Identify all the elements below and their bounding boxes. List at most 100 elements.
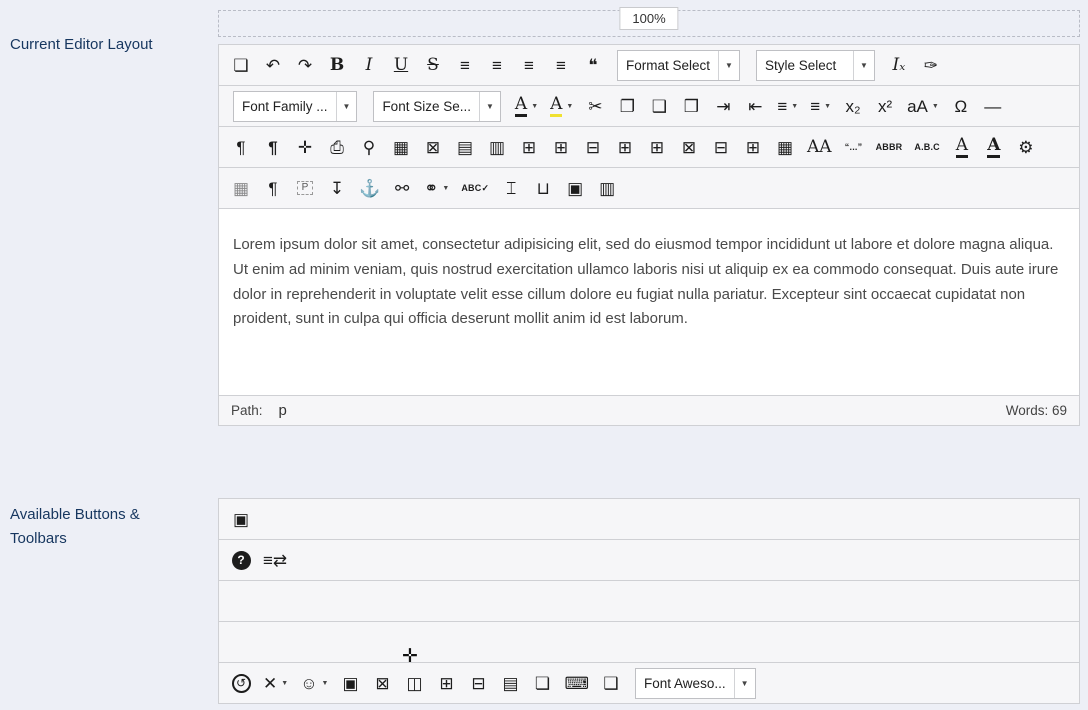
toolbar-row-4[interactable]: ▦ ¶ P ↧ ⚓ ⚯ ⚭ ▼ ABC✓ ⌶ ⊔ ▣ ▥ [219, 168, 1079, 209]
paste-as-text-button[interactable]: ❒ [680, 92, 702, 120]
cleanup-button[interactable]: ✑ [920, 51, 942, 79]
font-scale-button[interactable]: AA [806, 133, 833, 161]
article-break-button[interactable]: ▤ [499, 669, 521, 697]
image-manager-button[interactable]: ▣ [339, 669, 361, 697]
undo-button[interactable]: ↶ [262, 51, 284, 79]
history-button[interactable]: ↺ [230, 669, 252, 697]
available-row-1[interactable]: ▣ [219, 499, 1079, 540]
superscript-button[interactable]: x² [874, 92, 896, 120]
redo-button[interactable]: ↷ [294, 51, 316, 79]
quote-button[interactable]: “...” [843, 133, 865, 161]
fontawesome-select[interactable]: Font Aweso... ▼ [635, 667, 756, 699]
numbered-list-button[interactable]: ≡ ▼ [776, 92, 799, 120]
anchor-button[interactable]: ⚓ [358, 174, 381, 202]
font-family-select[interactable]: Font Family ... ▼ [233, 90, 358, 122]
visual-aid-button[interactable]: ▦ [230, 174, 252, 202]
width-indicator[interactable]: 100% [619, 7, 679, 30]
insert-column-before-button[interactable]: ⊞ [614, 133, 636, 161]
style-select[interactable]: Style Select ▼ [755, 49, 875, 81]
italic-button[interactable]: I [358, 51, 380, 79]
split-cells-button[interactable]: ⊟ [710, 133, 732, 161]
nonbreaking-space-button[interactable]: ⊔ [532, 174, 554, 202]
insert-table-button[interactable]: ▦ [390, 133, 412, 161]
outdent-button[interactable]: ⇤ [744, 92, 766, 120]
help-button[interactable]: ? [230, 546, 252, 574]
table-row-properties-button[interactable]: ▤ [454, 133, 476, 161]
insert-media-button[interactable]: ▥ [596, 174, 618, 202]
acronym-button[interactable]: A.B.C [913, 133, 941, 161]
blockquote-button[interactable]: ❝ [582, 51, 604, 79]
insert-layout-button[interactable]: ⊞ [435, 669, 457, 697]
preferences-button[interactable]: ⚙ [1015, 133, 1037, 161]
font-size-select[interactable]: Font Size Se... ▼ [373, 90, 501, 122]
page-break-button[interactable]: ⌶ [500, 174, 522, 202]
toolbar-row-2[interactable]: Font Family ... ▼ Font Size Se... ▼ A ▼ A ▼ ✂ ❐ ❑ ❒… [219, 86, 1079, 127]
toolbar-row-1[interactable]: ❏ ↶ ↷ B I U S ≡ ≡ ≡ ≡ ❝ Format Select ▼ Style Select ▼ I… [219, 45, 1079, 86]
text-color-button[interactable]: A ▼ [514, 92, 539, 120]
insert-row-before-button[interactable]: ⊞ [518, 133, 540, 161]
subscript-button[interactable]: x₂ [842, 92, 864, 120]
insert-row-after-icon: ⊞ [553, 137, 569, 157]
merge-cells-button[interactable]: ⊞ [742, 133, 764, 161]
inserted-text-button[interactable]: A [951, 133, 973, 161]
fullscreen-button[interactable]: ✛ [294, 133, 316, 161]
justify-right-button[interactable]: ≡ [550, 51, 572, 79]
mediabox-button[interactable]: ❑ [600, 669, 622, 697]
delete-column-button[interactable]: ⊠ [678, 133, 700, 161]
visual-chars-button[interactable]: ¶ [230, 133, 252, 161]
editor-content[interactable]: Lorem ipsum dolor sit amet, consectetur … [218, 209, 1080, 395]
delete-table-button[interactable]: ⊠ [422, 133, 444, 161]
special-character-button[interactable]: Ω [950, 92, 972, 120]
justify-full-button[interactable]: ≡ [454, 51, 476, 79]
remove-format-button[interactable]: Iₓ [888, 51, 910, 79]
horizontal-rule-button[interactable]: — [982, 92, 1004, 120]
copy-button[interactable]: ❐ [616, 92, 638, 120]
justify-left-button[interactable]: ≡ [518, 51, 540, 79]
joomla-links-button[interactable]: ✕ ▼ [262, 669, 289, 697]
bullet-list-button[interactable]: ≡ ▼ [809, 92, 832, 120]
format-select[interactable]: Format Select ▼ [617, 49, 740, 81]
path-value[interactable]: p [279, 402, 287, 419]
bold-button[interactable]: B [326, 51, 348, 79]
strikethrough-button[interactable]: S [422, 51, 444, 79]
justify-center-button[interactable]: ≡ [486, 51, 508, 79]
readmore-button[interactable]: ❏ [531, 669, 553, 697]
paste-button[interactable]: ❑ [648, 92, 670, 120]
unlink-button[interactable]: ⚯ [391, 174, 413, 202]
insert-column-after-button[interactable]: ⊞ [646, 133, 668, 161]
search-replace-button[interactable]: ⚲ [358, 133, 380, 161]
table-properties-button[interactable]: ▦ [774, 133, 796, 161]
insert-template-button[interactable]: ↧ [326, 174, 348, 202]
deleted-text-button[interactable]: A [983, 133, 1005, 161]
tabs-button[interactable]: ⊟ [467, 669, 489, 697]
spellcheck-button[interactable]: ABC✓ [460, 174, 490, 202]
available-row-5[interactable]: ↺ ✕ ▼ ☺ ▼ ▣ ⊠ ◫ ⊞ ⊟ ▤ ❏ ⌨ ❑ Font Aweso... ▼ [219, 663, 1079, 704]
available-row-3[interactable] [219, 581, 1079, 622]
media-manager-button[interactable]: ⊠ [371, 669, 393, 697]
indent-button[interactable]: ⇥ [712, 92, 734, 120]
table-cell-properties-button[interactable]: ▥ [486, 133, 508, 161]
justify-center-icon: ≡ [492, 55, 502, 75]
underline-button[interactable]: U [390, 51, 412, 79]
case-change-button[interactable]: aA ▼ [906, 92, 940, 120]
insert-image-button[interactable]: ▣ [564, 174, 586, 202]
delete-row-button[interactable]: ⊟ [582, 133, 604, 161]
toggle-toolbar-button[interactable]: ≡⇄ [262, 546, 288, 574]
cut-button[interactable]: ✂ [584, 92, 606, 120]
paragraph-mark-button[interactable]: ¶ [262, 133, 284, 161]
abbreviation-button[interactable]: ABBR [875, 133, 904, 161]
available-row-4[interactable] [219, 622, 1079, 663]
image-button[interactable]: ▣ [230, 505, 252, 533]
available-row-2[interactable]: ? ≡⇄ [219, 540, 1079, 581]
emoticons-button[interactable]: ☺ ▼ [299, 669, 329, 697]
visual-blocks-button[interactable]: P [294, 174, 316, 202]
insert-row-after-button[interactable]: ⊞ [550, 133, 572, 161]
toolbar-row-3[interactable]: ¶ ¶ ✛ ⎙ ⚲ ▦ ⊠ ▤ ▥ ⊞ ⊞ ⊟ ⊞ ⊞ ⊠ ⊟ ⊞ ▦ AA “...” ABBR A.B.C A A ⚙ [219, 127, 1079, 168]
highlight-color-button[interactable]: A ▼ [549, 92, 574, 120]
print-button[interactable]: ⎙ [326, 133, 348, 161]
columns-button[interactable]: ◫ [403, 669, 425, 697]
paragraph-button[interactable]: ¶ [262, 174, 284, 202]
keyboard-button[interactable]: ⌨ [563, 669, 590, 697]
link-button[interactable]: ⚭ ▼ [423, 174, 450, 202]
new-document-button[interactable]: ❏ [230, 51, 252, 79]
